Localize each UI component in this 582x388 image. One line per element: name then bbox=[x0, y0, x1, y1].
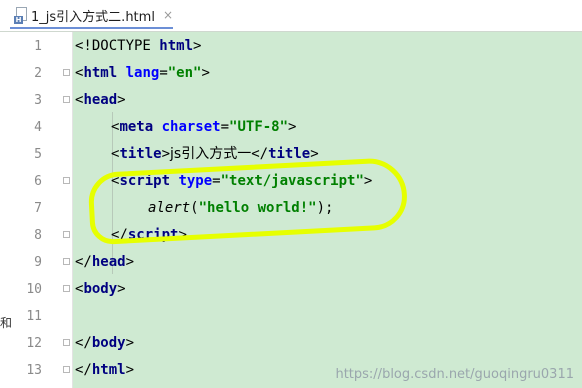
tag-name: html bbox=[91, 362, 126, 378]
fold-marker[interactable] bbox=[63, 231, 70, 238]
line-number: 10 bbox=[26, 282, 42, 297]
fold-marker[interactable] bbox=[63, 69, 70, 76]
line-number: 12 bbox=[26, 336, 42, 351]
code-line-12: 12 </body> bbox=[0, 330, 582, 357]
code-line-3: 3 <head> bbox=[0, 87, 582, 114]
bracket: > bbox=[117, 92, 126, 108]
fold-marker[interactable] bbox=[63, 339, 70, 346]
fold-marker[interactable] bbox=[63, 96, 70, 103]
attr-name: lang bbox=[117, 65, 160, 81]
tag-name: head bbox=[91, 254, 126, 270]
line-number: 4 bbox=[34, 120, 42, 135]
code-line-4: 4 <meta charset="UTF-8"> bbox=[0, 114, 582, 141]
tag-name: body bbox=[91, 335, 126, 351]
equals: = bbox=[159, 65, 168, 81]
fold-marker[interactable] bbox=[63, 285, 70, 292]
tag-name: body bbox=[83, 281, 118, 297]
code-line-9: 9 </head> bbox=[0, 249, 582, 276]
bracket: > bbox=[161, 146, 171, 162]
doctype-open: <!DOCTYPE bbox=[75, 38, 160, 54]
fold-marker[interactable] bbox=[63, 177, 70, 184]
tag-name: title bbox=[119, 146, 162, 162]
line-number: 5 bbox=[34, 147, 42, 162]
close-icon[interactable]: × bbox=[163, 8, 173, 22]
code-line-10: 10 <body> bbox=[0, 276, 582, 303]
line-number: 8 bbox=[34, 228, 42, 243]
doctype-html: html bbox=[159, 38, 194, 54]
line-number: 13 bbox=[26, 363, 42, 378]
tag-name: title bbox=[268, 146, 311, 162]
line-number: 1 bbox=[34, 39, 42, 54]
bracket: > bbox=[125, 362, 135, 378]
equals: = bbox=[220, 119, 230, 135]
attr-name: charset bbox=[153, 119, 221, 135]
code-line-2: 2 <html lang="en"> bbox=[0, 60, 582, 87]
tag-name: head bbox=[83, 92, 118, 108]
bracket: > bbox=[201, 65, 210, 81]
code-line-1: 1 <!DOCTYPE html> bbox=[0, 33, 582, 60]
attr-value: "UTF-8" bbox=[229, 119, 289, 135]
bracket: > bbox=[117, 281, 126, 297]
bracket: > bbox=[125, 254, 135, 270]
editor-tab-bar: H 1_js引入方式二.html × bbox=[0, 0, 582, 32]
attr-value: "en" bbox=[167, 65, 202, 81]
line-number: 6 bbox=[34, 174, 42, 189]
tag-name: meta bbox=[119, 119, 154, 135]
bracket: </ bbox=[75, 335, 92, 351]
bracket: > bbox=[288, 119, 297, 135]
bracket: </ bbox=[75, 254, 92, 270]
watermark: https://blog.csdn.net/guoqingru0311 bbox=[335, 367, 574, 382]
line-number: 7 bbox=[34, 201, 42, 216]
bracket: > bbox=[310, 146, 319, 162]
fold-marker[interactable] bbox=[63, 258, 70, 265]
tab-title: 1_js引入方式二.html bbox=[31, 9, 155, 25]
line-number: 9 bbox=[34, 255, 42, 270]
tab-1-js-file[interactable]: H 1_js引入方式二.html × bbox=[10, 3, 173, 29]
html-file-icon: H bbox=[14, 7, 27, 24]
bracket: </ bbox=[75, 362, 92, 378]
side-char: 和 bbox=[0, 316, 13, 330]
fold-marker[interactable] bbox=[63, 366, 70, 373]
line-number: 2 bbox=[34, 66, 42, 81]
bracket: </ bbox=[251, 146, 269, 162]
bracket: > bbox=[125, 335, 135, 351]
code-line-11: 11 bbox=[0, 303, 582, 330]
title-text: js引入方式一 bbox=[170, 146, 252, 162]
line-number: 3 bbox=[34, 93, 42, 108]
tag-name: html bbox=[83, 65, 118, 81]
doctype-close: > bbox=[193, 38, 202, 54]
